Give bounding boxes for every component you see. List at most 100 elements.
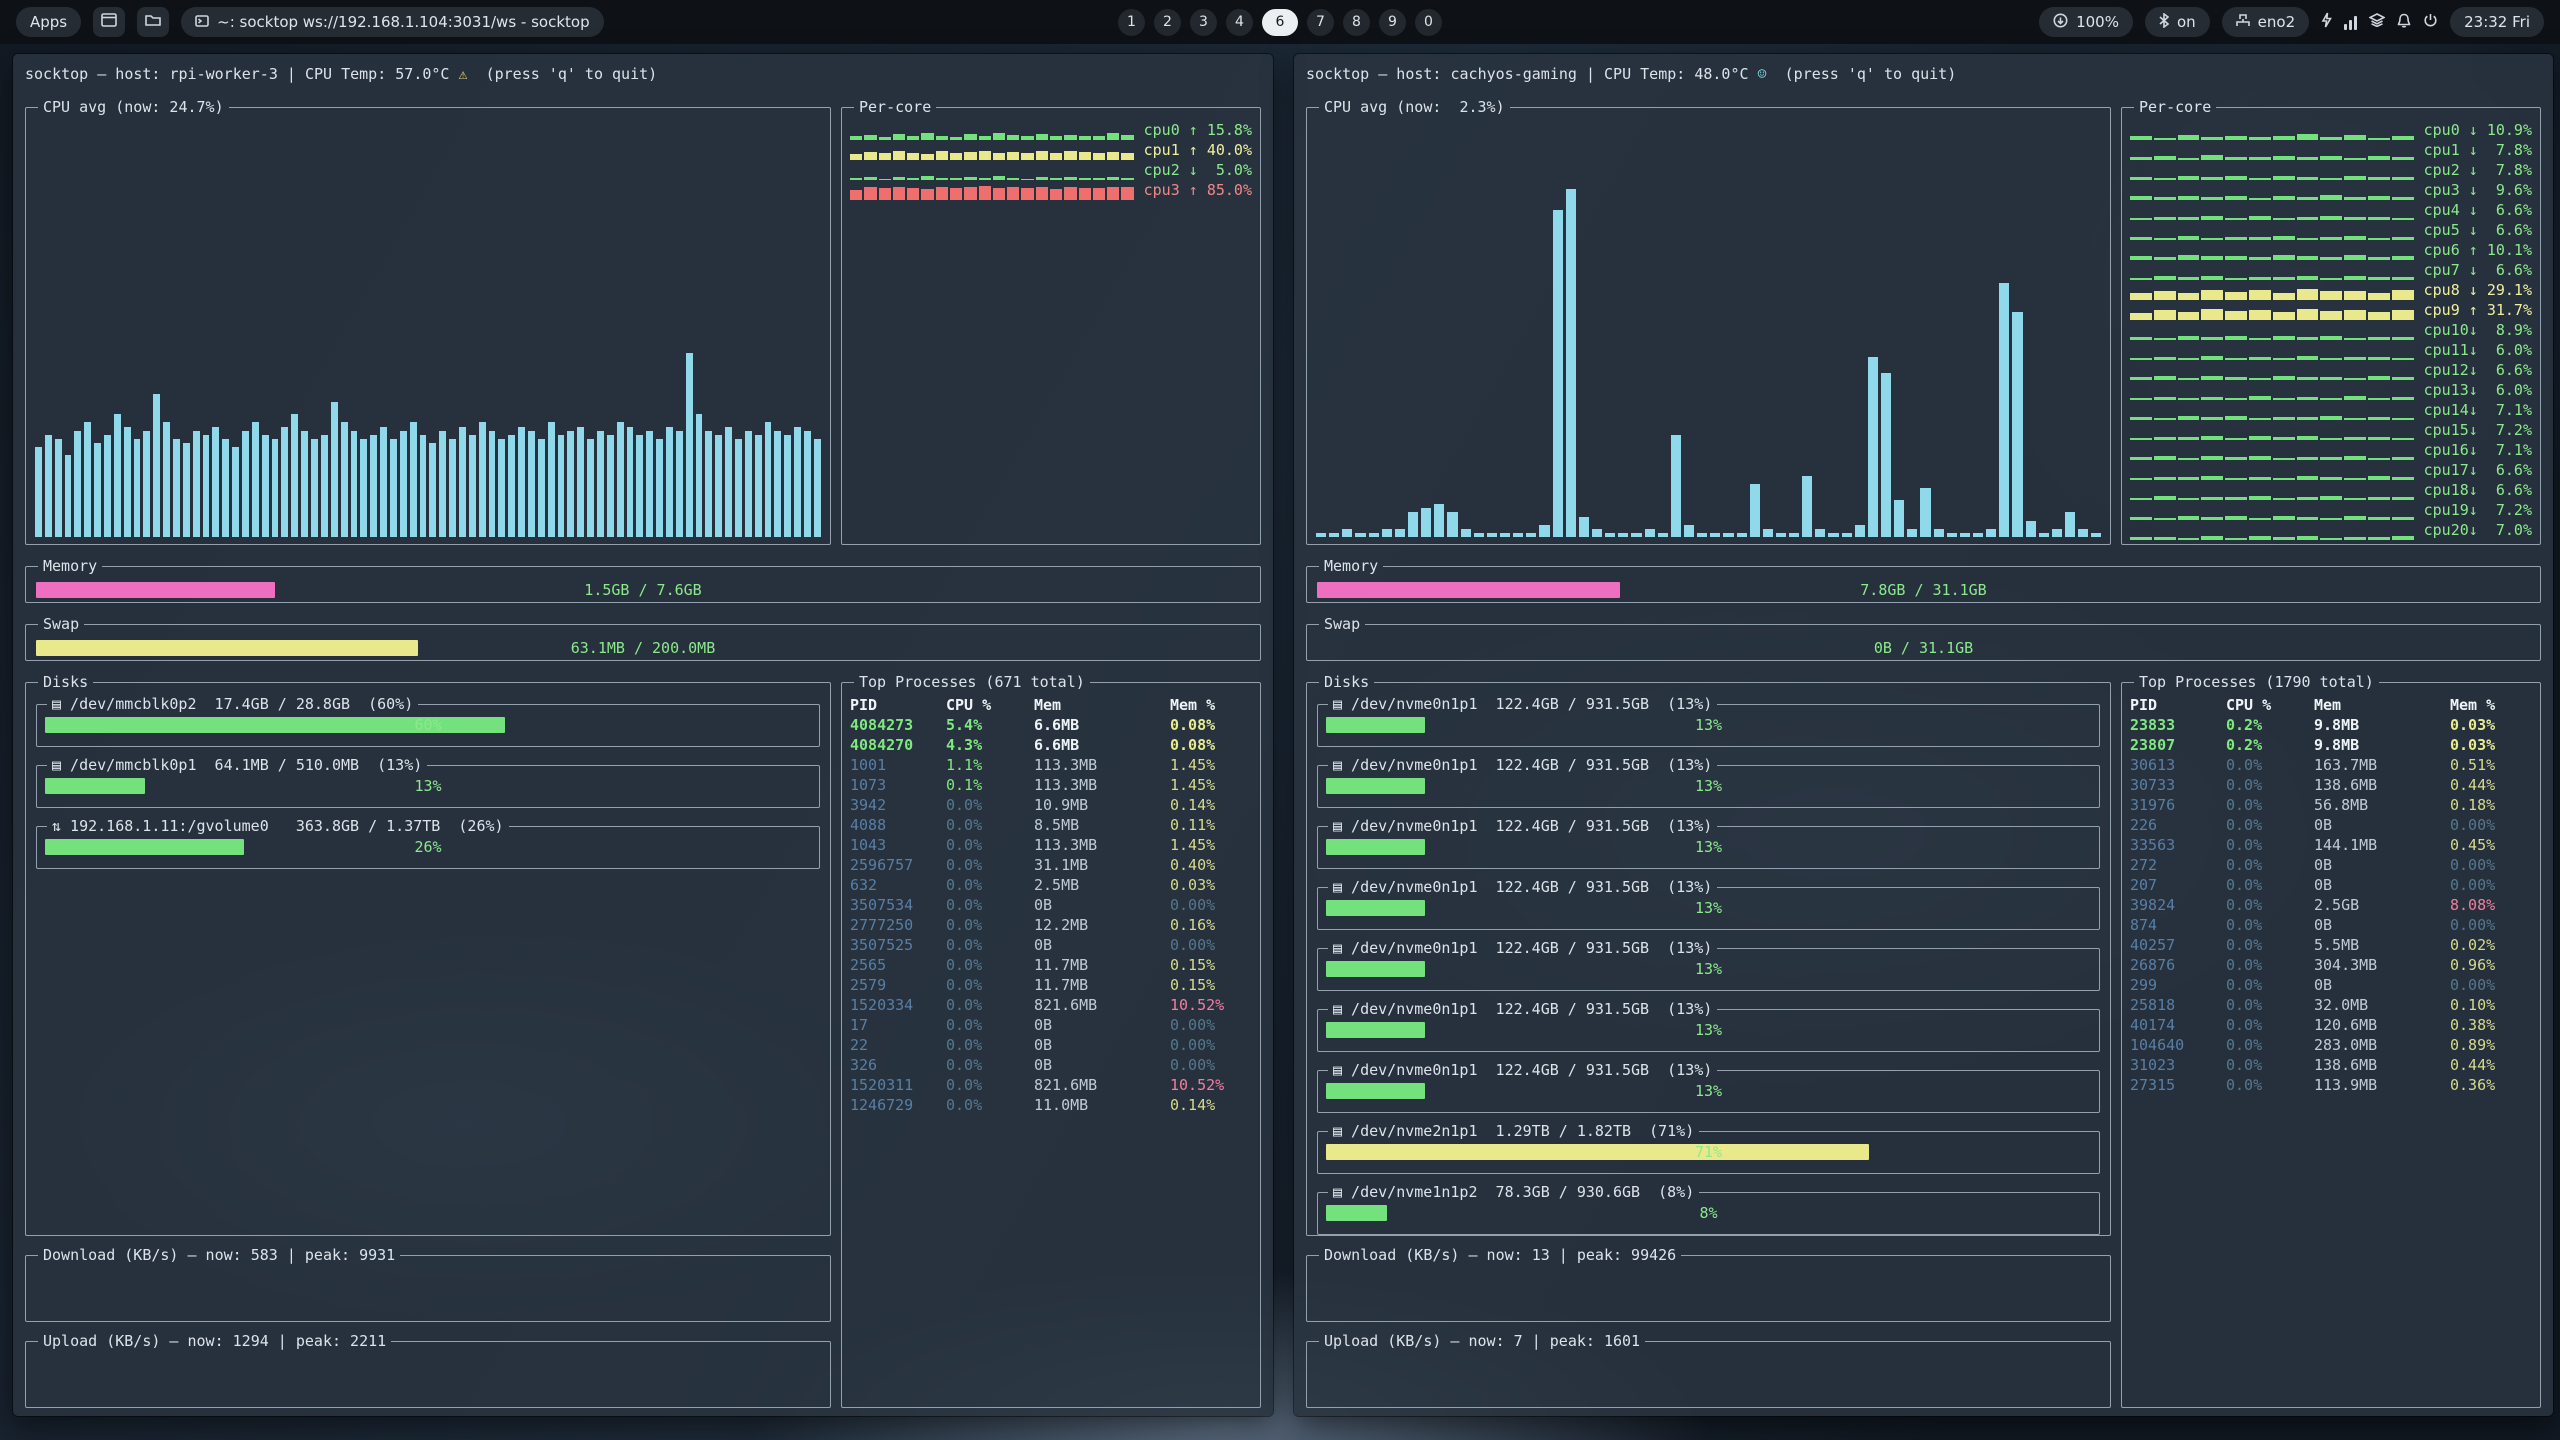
process-cell: 0B <box>1034 895 1170 915</box>
chart-bar <box>715 435 722 537</box>
chart-bar <box>1842 533 1852 537</box>
window-button[interactable] <box>93 7 125 37</box>
signal-bars-icon[interactable] <box>2344 14 2357 30</box>
spark-bar <box>993 153 1005 160</box>
workspace-6[interactable]: 6 <box>1262 9 1298 36</box>
process-cell: 0.00% <box>1170 1055 1252 1075</box>
cpu-avg-title: CPU avg (now: 24.7%) <box>38 98 229 116</box>
spark-bar <box>2225 336 2247 340</box>
swap-title: Swap <box>38 615 84 633</box>
process-cell: 0.0% <box>2226 875 2314 895</box>
spark-bar <box>2178 477 2200 480</box>
percent-indicator[interactable]: 100% <box>2039 7 2133 37</box>
spark-bar <box>1064 135 1076 140</box>
process-cell: 0.0% <box>946 1035 1034 1055</box>
chart-bar <box>1487 533 1497 537</box>
spark-bar <box>2225 256 2247 261</box>
workspace-3[interactable]: 3 <box>1190 9 1217 36</box>
spark-bar <box>2392 517 2414 520</box>
terminal-icon <box>195 13 209 31</box>
chart-bar <box>1855 525 1865 537</box>
spark-bar <box>2320 496 2342 500</box>
chart-bar <box>1789 533 1799 537</box>
process-cell: 326 <box>850 1055 946 1075</box>
chart-bar <box>686 353 693 537</box>
spark-bar <box>2130 498 2152 500</box>
terminal-window-cachyos-gaming[interactable]: socktop — host: cachyos-gaming | CPU Tem… <box>1294 54 2553 1416</box>
process-cell: 11.0MB <box>1034 1095 1170 1115</box>
core-row: cpu8 ↓ 29.1% <box>2130 280 2532 300</box>
download-title: Download (KB/s) — now: 583 | peak: 9931 <box>38 1246 400 1264</box>
terminal-window-rpi-worker-3[interactable]: socktop — host: rpi-worker-3 | CPU Temp:… <box>13 54 1273 1416</box>
core-sparkline <box>850 185 1134 200</box>
spark-bar <box>2178 293 2200 301</box>
core-label: cpu17↓ 6.6% <box>2424 461 2532 480</box>
process-cell: 283.0MB <box>2314 1035 2450 1055</box>
layers-icon[interactable] <box>2369 13 2385 31</box>
spark-bar <box>2225 478 2247 480</box>
spark-bar <box>2297 289 2319 300</box>
process-cell: 163.7MB <box>2314 755 2450 775</box>
process-cell: 5.5MB <box>2314 935 2450 955</box>
chart-bar <box>1960 533 1970 537</box>
spark-bar <box>2201 216 2223 220</box>
circle-down-icon <box>2053 13 2068 32</box>
process-cell: 8.5MB <box>1034 815 1170 835</box>
spark-bar <box>2130 438 2152 440</box>
spark-bar <box>2178 458 2200 460</box>
chart-bar <box>242 431 249 537</box>
bluetooth-status[interactable]: on <box>2145 7 2210 37</box>
core-sparkline <box>2130 385 2414 400</box>
core-sparkline <box>2130 485 2414 500</box>
spark-bar <box>2344 378 2366 380</box>
workspace-2[interactable]: 2 <box>1154 9 1181 36</box>
disks-title: Disks <box>1319 673 1374 691</box>
process-cell: 30613 <box>2130 755 2226 775</box>
process-cell: 0.00% <box>2450 855 2532 875</box>
power-icon[interactable] <box>2423 13 2438 32</box>
workspace-0[interactable]: 0 <box>1415 9 1442 36</box>
apps-button[interactable]: Apps <box>16 7 81 37</box>
process-cell: 3942 <box>850 795 946 815</box>
process-cell: 31.1MB <box>1034 855 1170 875</box>
workspace-1[interactable]: 1 <box>1118 9 1145 36</box>
spark-bar <box>2201 397 2223 400</box>
spark-bar <box>1107 187 1119 200</box>
spark-bar <box>1064 187 1076 201</box>
spark-bar <box>2130 517 2152 520</box>
spark-bar <box>1050 153 1062 160</box>
process-col-header: Mem <box>1034 695 1170 715</box>
spark-bar <box>2320 377 2342 380</box>
disk-meter: 71% <box>1326 1141 2091 1163</box>
meter-label: 13% <box>1326 1080 2091 1102</box>
workspace-4[interactable]: 4 <box>1226 9 1253 36</box>
power-profile-icon[interactable] <box>2321 12 2332 32</box>
chart-bar <box>1934 529 1944 537</box>
active-window-title[interactable]: ~: socktop ws://192.168.1.104:3031/ws - … <box>181 7 603 37</box>
workspace-8[interactable]: 8 <box>1343 9 1370 36</box>
core-row: cpu15↓ 7.2% <box>2130 420 2532 440</box>
spark-bar <box>2130 313 2152 321</box>
spark-bar <box>2225 497 2247 500</box>
chart-bar <box>459 427 466 537</box>
process-cell: 0.0% <box>946 1075 1034 1095</box>
spark-bar <box>2130 457 2152 460</box>
disk-legend: ▤ /dev/nvme1n1p2 78.3GB / 930.6GB (8%) <box>1328 1183 1699 1201</box>
spark-bar <box>2201 417 2223 420</box>
spark-bar <box>2273 336 2295 340</box>
process-cell: 56.8MB <box>2314 795 2450 815</box>
disk-entry: ▤ /dev/nvme0n1p1 122.4GB / 931.5GB (13%)… <box>1317 1061 2100 1113</box>
spark-bar <box>2297 157 2319 160</box>
clock[interactable]: 23:32 Fri <box>2450 7 2544 37</box>
workspace-9[interactable]: 9 <box>1379 9 1406 36</box>
network-interface[interactable]: eno2 <box>2222 7 2309 37</box>
spark-bar <box>1064 151 1076 160</box>
workspace-7[interactable]: 7 <box>1307 9 1334 36</box>
spark-bar <box>2178 312 2200 320</box>
bell-icon[interactable] <box>2397 13 2411 32</box>
disk-list: ▤ /dev/mmcblk0p2 17.4GB / 28.8GB (60%)60… <box>34 695 822 869</box>
spark-bar <box>2368 238 2390 240</box>
files-button[interactable] <box>137 7 169 37</box>
swap-title: Swap <box>1319 615 1365 633</box>
process-cell: 0.15% <box>1170 975 1252 995</box>
